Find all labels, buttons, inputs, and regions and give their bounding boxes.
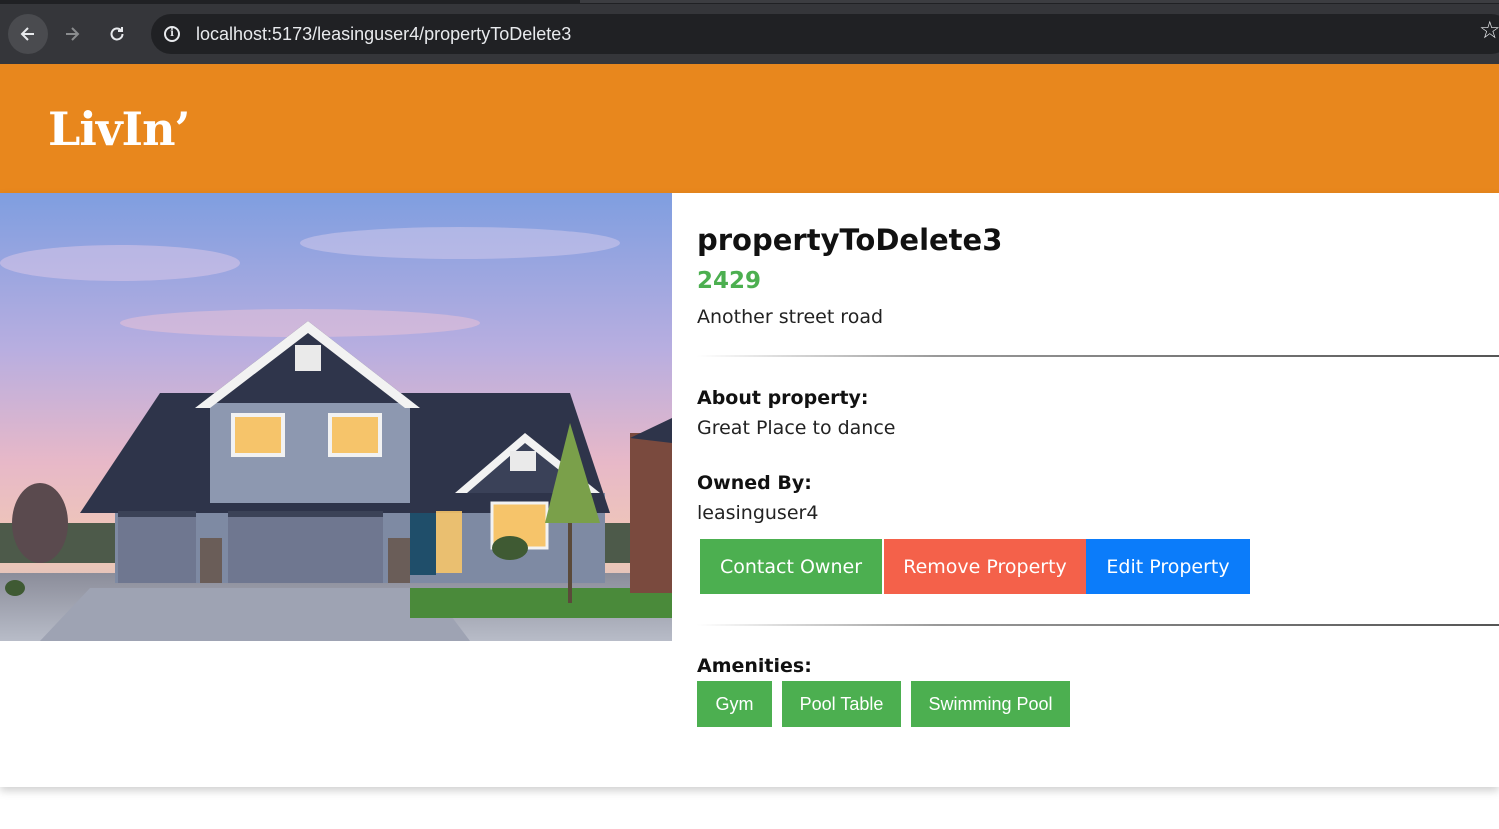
back-button[interactable] <box>8 14 48 54</box>
tab-edge <box>580 0 1499 3</box>
divider <box>697 624 1499 626</box>
forward-button[interactable] <box>52 14 92 54</box>
property-address: Another street road <box>697 306 884 328</box>
reload-icon <box>110 27 124 41</box>
property-name: propertyToDelete3 <box>697 223 1003 257</box>
address-bar[interactable]: i localhost:5173/leasinguser4/propertyTo… <box>151 14 1499 54</box>
amenity-badge: Gym <box>697 681 772 727</box>
amenities-label: Amenities: <box>697 655 812 677</box>
edit-property-button[interactable]: Edit Property <box>1086 539 1250 594</box>
bookmark-star-icon[interactable]: ☆ <box>1479 18 1499 42</box>
arrow-left-icon <box>20 27 34 41</box>
site-header: LivIn’ <box>0 64 1499 193</box>
contact-owner-button[interactable]: Contact Owner <box>700 539 882 594</box>
property-price: 2429 <box>697 268 762 294</box>
about-text: Great Place to dance <box>697 417 896 439</box>
reload-button[interactable] <box>97 14 137 54</box>
amenity-badge: Pool Table <box>782 681 901 727</box>
divider <box>697 355 1499 357</box>
remove-property-button[interactable]: Remove Property <box>884 539 1086 594</box>
arrow-right-icon <box>66 27 80 41</box>
owner-label: Owned By: <box>697 472 812 494</box>
url-text: localhost:5173/leasinguser4/propertyToDe… <box>196 24 572 44</box>
amenities-list: Gym Pool Table Swimming Pool <box>697 681 1080 727</box>
about-label: About property: <box>697 387 869 409</box>
site-logo[interactable]: LivIn’ <box>48 102 191 156</box>
property-image <box>0 193 672 641</box>
action-buttons: Contact Owner Remove Property Edit Prope… <box>700 539 1250 594</box>
site-info-icon[interactable]: i <box>161 23 183 45</box>
amenity-badge: Swimming Pool <box>911 681 1070 727</box>
browser-toolbar: i localhost:5173/leasinguser4/propertyTo… <box>0 0 1499 64</box>
owner-name: leasinguser4 <box>697 502 819 524</box>
property-card: propertyToDelete3 2429 Another street ro… <box>0 193 1499 787</box>
